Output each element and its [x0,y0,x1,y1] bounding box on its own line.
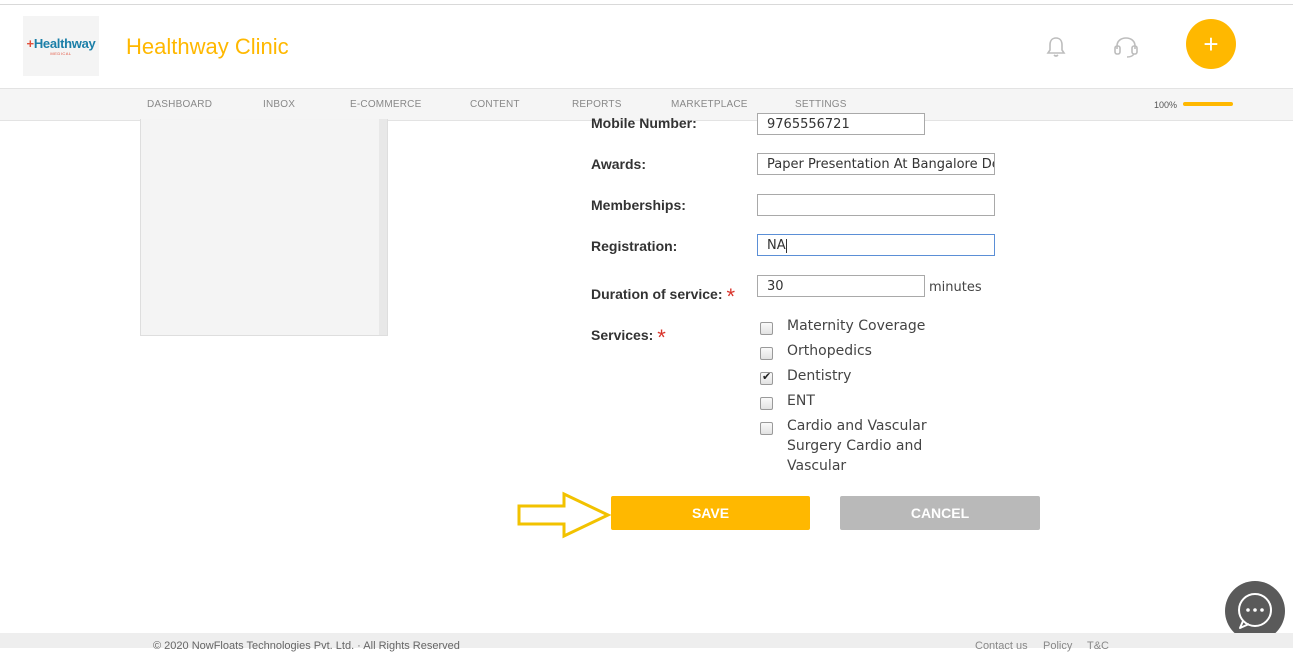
mobile-field[interactable]: 9765556721 [757,113,925,135]
logo-plus-icon: + [26,36,35,51]
service-label-cardio: Cardio and Vascular Surgery Cardio and V… [787,418,927,474]
duration-label: Duration of service: * [591,279,735,309]
service-checkbox-orthopedics[interactable] [760,347,773,360]
chat-button[interactable] [1225,581,1285,641]
required-icon: * [657,325,666,350]
header: +Healthway MEDICAL Healthway Clinic + [0,5,1293,88]
service-checkbox-cardio[interactable] [760,422,773,435]
duration-field[interactable]: 30 [757,275,925,297]
nav-marketplace[interactable]: MARKETPLACE [671,99,748,110]
logo-text: Healthway [33,36,96,51]
add-button[interactable]: + [1186,19,1236,69]
registration-field[interactable]: NA [757,234,995,256]
footer-policy-link[interactable]: Policy [1043,640,1072,652]
nav-inbox[interactable]: INBOX [263,99,295,110]
photo-panel [140,119,388,336]
service-label-dentistry: Dentistry [787,368,852,384]
checkmark-icon: ✔ [762,371,772,383]
services-label: Services: * [591,320,666,350]
footer-contact-link[interactable]: Contact us [975,640,1028,652]
arrow-right-icon [517,491,612,539]
chat-icon [1238,593,1272,629]
service-label-ent: ENT [787,393,815,409]
service-label-maternity: Maternity Coverage [787,318,926,334]
memberships-field[interactable] [757,194,995,216]
nav-reports[interactable]: REPORTS [572,99,622,110]
nav-dashboard[interactable]: DASHBOARD [147,99,212,110]
nav-settings[interactable]: SETTINGS [795,99,847,110]
cancel-button[interactable]: CANCEL [840,496,1040,530]
required-icon: * [726,284,736,309]
footer: © 2020 NowFloats Technologies Pvt. Ltd. … [0,633,1293,652]
awards-field[interactable]: Paper Presentation At Bangalore Derm [757,153,995,175]
awards-label: Awards: [591,156,646,172]
service-checkbox-maternity[interactable] [760,322,773,335]
progress-text: 100% [1154,100,1178,110]
footer-tc-link[interactable]: T&C [1087,640,1109,652]
logo[interactable]: +Healthway MEDICAL [23,16,99,76]
nav-ecommerce[interactable]: E-COMMERCE [350,99,421,110]
save-button[interactable]: SAVE [611,496,810,530]
logo-subtext: MEDICAL [50,51,72,56]
duration-unit: minutes [929,280,982,295]
progress-bar [1183,102,1233,106]
footer-copyright: © 2020 NowFloats Technologies Pvt. Ltd. … [153,640,460,652]
bell-icon[interactable] [1044,35,1068,59]
mobile-label: Mobile Number: [591,115,697,131]
service-checkbox-ent[interactable] [760,397,773,410]
clinic-name: Healthway Clinic [126,34,289,59]
services-label-text: Services: [591,327,654,343]
nav-content[interactable]: CONTENT [470,99,520,110]
registration-label: Registration: [591,238,678,254]
memberships-label: Memberships: [591,197,686,213]
support-headset-icon[interactable] [1113,35,1139,59]
duration-label-text: Duration of service: [591,286,723,302]
service-label-orthopedics: Orthopedics [787,343,872,359]
panel-scrollbar[interactable] [379,119,387,335]
service-checkbox-dentistry[interactable]: ✔ [760,371,773,385]
registration-value: NA [767,238,786,253]
text-cursor [785,238,787,253]
